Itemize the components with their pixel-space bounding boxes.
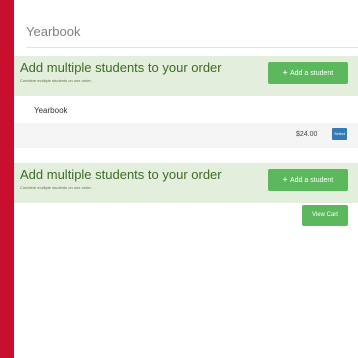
main-panel: Yearbook Add multiple students to your o…	[14, 0, 358, 358]
view-cart-button[interactable]: View Cart	[302, 205, 348, 226]
product-price: $24.00	[296, 131, 318, 138]
plus-icon: +	[282, 175, 288, 184]
add-student-button[interactable]: + Add a student	[268, 62, 348, 84]
section-title: Yearbook	[26, 24, 81, 39]
select-button[interactable]: Select	[332, 128, 347, 140]
multi-student-subtitle: Combine multiple students on one order.	[20, 78, 92, 83]
add-student-label: Add a student	[290, 177, 334, 184]
add-student-label: Add a student	[290, 70, 334, 77]
multi-student-subtitle: Combine multiple students on one order.	[20, 185, 92, 190]
plus-icon: +	[282, 68, 288, 77]
multi-student-title: Add multiple students to your order	[20, 167, 222, 182]
multi-student-banner-bottom: Add multiple students to your order Comb…	[14, 163, 358, 203]
add-student-button[interactable]: + Add a student	[268, 169, 348, 191]
product-name: Yearbook	[34, 106, 68, 115]
section-divider	[26, 47, 358, 48]
multi-student-banner-top: Add multiple students to your order Comb…	[14, 56, 358, 96]
multi-student-title: Add multiple students to your order	[20, 60, 222, 75]
